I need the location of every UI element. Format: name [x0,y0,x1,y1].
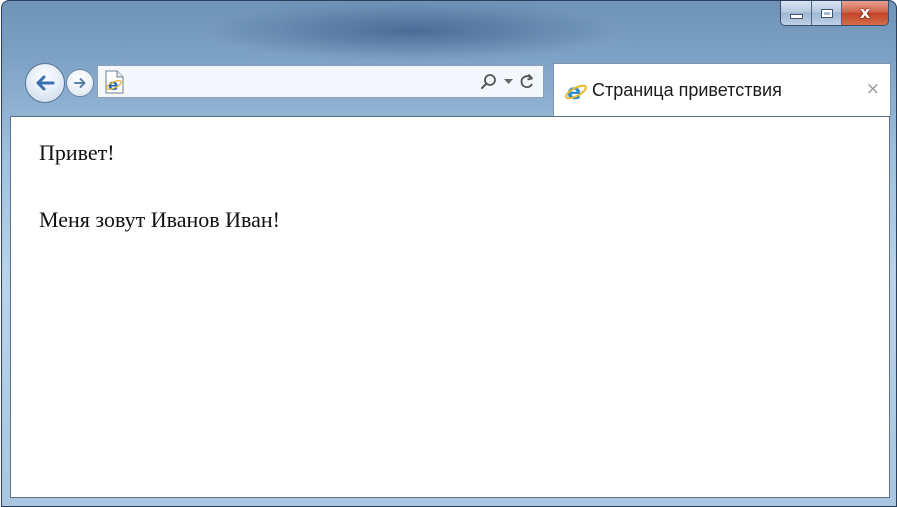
tab-close-icon[interactable]: × [866,81,880,98]
maximize-icon [820,8,833,18]
close-button[interactable]: x [841,1,888,25]
browser-window: x e e Страница приветствия × Привет! Мен… [1,0,897,507]
back-arrow-icon [36,75,55,91]
close-icon: x [859,3,871,22]
dropdown-arrow-icon[interactable] [504,72,513,92]
tab-welcome[interactable]: e Страница приветствия × [553,63,891,117]
minimize-button[interactable] [781,1,811,25]
forward-button[interactable] [66,69,94,97]
refresh-icon[interactable] [519,72,535,92]
svg-text:e: e [108,76,118,94]
name-text: Меня зовут Иванов Иван! [39,207,281,232]
caption-buttons: x [780,1,889,26]
tab-label: Страница приветствия [592,80,782,100]
ie-page-icon: e [102,70,126,94]
greeting-text: Привет! [39,140,115,165]
address-input[interactable] [126,66,480,97]
titlebar-glow [202,1,622,61]
search-icon[interactable] [480,72,498,92]
back-button[interactable] [25,63,65,103]
page-content: Привет! Меня зовут Иванов Иван! [10,116,890,498]
forward-arrow-icon [74,78,86,88]
ie-logo-icon: e [564,79,588,103]
address-tools [480,72,535,92]
address-bar: e [97,65,544,98]
maximize-button[interactable] [811,1,841,25]
minimize-icon [789,14,803,19]
